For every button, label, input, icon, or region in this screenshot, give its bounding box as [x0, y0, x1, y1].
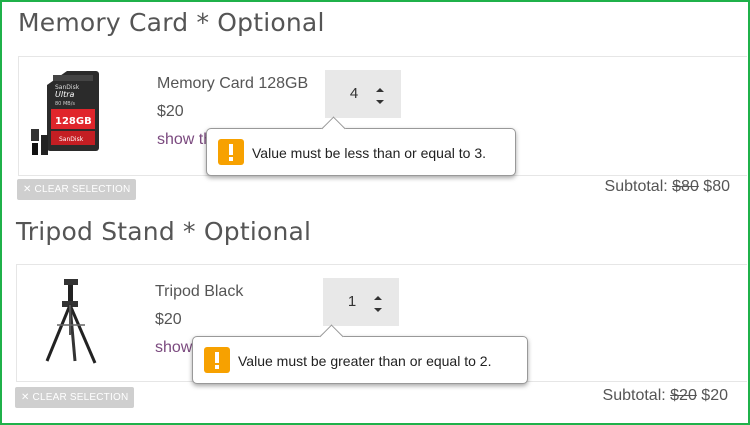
decrement-button[interactable] [373, 94, 387, 104]
validation-tooltip: Value must be less than or equal to 3. [206, 116, 516, 176]
clear-selection-button[interactable]: ✕ CLEAR SELECTION [17, 179, 137, 200]
spin-controls [373, 82, 387, 106]
section-title-memory-card: Memory Card * Optional [18, 8, 325, 37]
product-name: Tripod Black [155, 283, 244, 300]
chevron-down-icon [376, 100, 384, 104]
quantity-value[interactable]: 4 [339, 85, 369, 102]
spin-controls [371, 290, 385, 314]
clear-selection-button[interactable]: ✕ CLEAR SELECTION [15, 387, 135, 408]
increment-button[interactable] [373, 82, 387, 92]
chevron-down-icon [374, 308, 382, 312]
subtotal-label: Subtotal: [604, 178, 668, 195]
subtotal-new-price: $20 [701, 387, 728, 404]
warning-icon [218, 139, 244, 165]
memory-card-image: SanDisk Ultra 80 MB/s 128GB SanDisk [31, 71, 99, 155]
validation-message: Value must be greater than or equal to 2… [238, 353, 492, 369]
quantity-stepper[interactable]: 1 [323, 278, 399, 326]
validation-tooltip: Value must be greater than or equal to 2… [192, 324, 528, 384]
card-brand-text: SanDisk [59, 136, 84, 143]
product-price: $20 [155, 311, 182, 328]
increment-button[interactable] [371, 290, 385, 300]
product-name: Memory Card 128GB [157, 75, 309, 92]
subtotal-old-price: $20 [670, 387, 697, 404]
tripod-image [45, 279, 97, 364]
subtotal-old-price: $80 [672, 178, 699, 195]
svg-text:Ultra: Ultra [55, 90, 75, 99]
quantity-stepper[interactable]: 4 [325, 70, 401, 118]
product-options-panel: Memory Card * Optional SanDisk Ultra 80 … [0, 0, 750, 425]
decrement-button[interactable] [371, 302, 385, 312]
subtotal: Subtotal: $80 $80 [605, 178, 730, 196]
svg-text:80 MB/s: 80 MB/s [55, 101, 75, 107]
subtotal-label: Subtotal: [602, 387, 666, 404]
quantity-value[interactable]: 1 [337, 293, 367, 310]
validation-message: Value must be less than or equal to 3. [252, 145, 486, 161]
section-title-tripod-stand: Tripod Stand * Optional [16, 217, 312, 246]
warning-icon [204, 347, 230, 373]
card-capacity-text: 128GB [55, 116, 92, 127]
subtotal: Subtotal: $20 $20 [603, 387, 728, 405]
product-price: $20 [157, 103, 184, 120]
subtotal-new-price: $80 [703, 178, 730, 195]
